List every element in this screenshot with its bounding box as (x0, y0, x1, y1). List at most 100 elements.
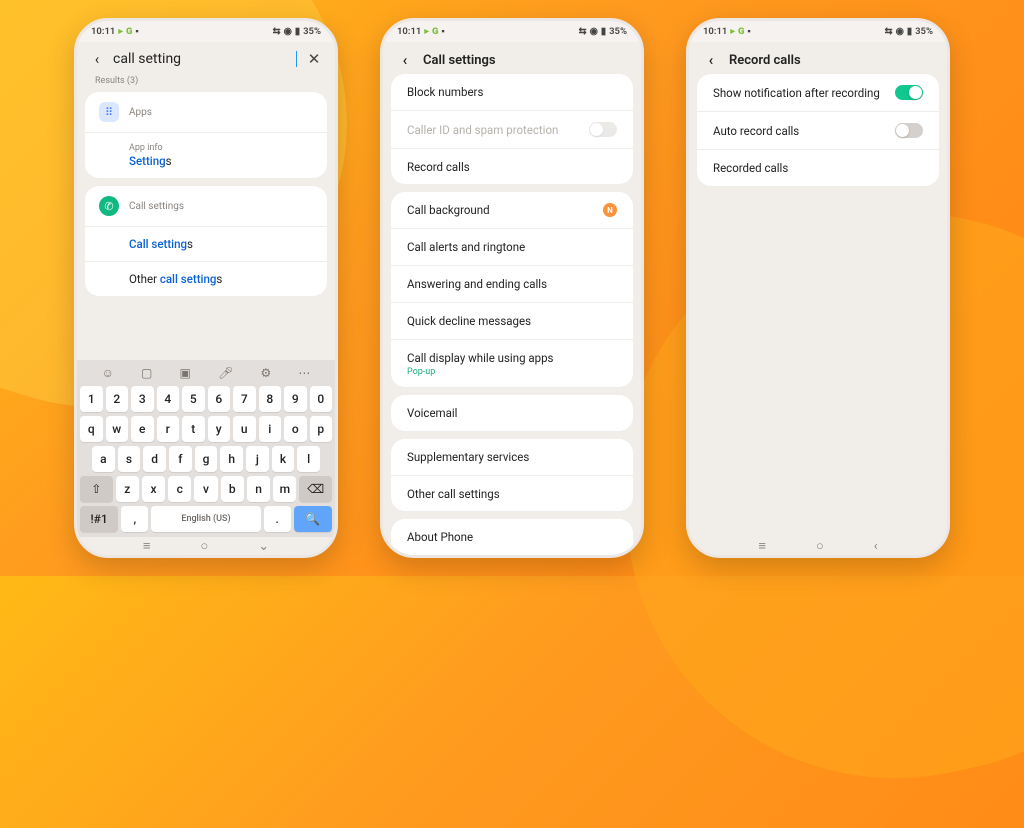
key-w[interactable]: w (106, 416, 129, 442)
toggle-show-notification[interactable] (895, 85, 923, 100)
app-icon: ▪ (441, 26, 444, 37)
key-comma[interactable]: , (121, 506, 148, 532)
battery-label: 35% (915, 26, 933, 37)
gear-icon[interactable]: ⚙ (260, 366, 271, 380)
key-j[interactable]: j (246, 446, 269, 472)
other-call-settings-result[interactable]: Other call settings (85, 261, 327, 296)
group-record: Show notification after recording Auto r… (697, 74, 939, 186)
page-title: Record calls (729, 53, 801, 68)
key-i[interactable]: i (259, 416, 282, 442)
key-v[interactable]: v (194, 476, 217, 502)
key-s[interactable]: s (118, 446, 141, 472)
key-e[interactable]: e (131, 416, 154, 442)
key-c[interactable]: c (168, 476, 191, 502)
key-8[interactable]: 8 (259, 386, 282, 412)
key-l[interactable]: l (297, 446, 320, 472)
app-icon: ▪ (747, 26, 750, 37)
group-other: Supplementary services Other call settin… (391, 439, 633, 512)
search-input[interactable]: call setting (113, 51, 297, 67)
row-quick-decline[interactable]: Quick decline messages (391, 302, 633, 339)
mic-icon[interactable]: 🎤︎ (218, 366, 233, 380)
back-icon[interactable]: ‹ (703, 52, 719, 68)
row-block-numbers[interactable]: Block numbers (391, 74, 633, 110)
gif-icon[interactable]: ▣ (180, 366, 191, 380)
results-apps-card: ⠿ Apps App info Settings (85, 92, 327, 178)
row-call-display[interactable]: Call display while using apps Pop-up (391, 339, 633, 387)
nav-home-icon[interactable]: ○ (816, 538, 824, 554)
back-icon[interactable]: ‹ (397, 52, 413, 68)
signal-icon: ▮ (295, 26, 300, 37)
row-other-settings[interactable]: Other call settings (391, 475, 633, 512)
key-n[interactable]: n (247, 476, 270, 502)
g-icon: G (432, 26, 438, 37)
call-settings-result[interactable]: Call settings (85, 226, 327, 261)
nav-back-icon[interactable]: ⌄ (258, 539, 269, 554)
row-voicemail[interactable]: Voicemail (391, 395, 633, 431)
group-about: About Phone (391, 519, 633, 555)
key-d[interactable]: d (143, 446, 166, 472)
key-2[interactable]: 2 (106, 386, 129, 412)
key-r[interactable]: r (157, 416, 180, 442)
status-time: 10:11 (397, 26, 421, 37)
key-b[interactable]: b (221, 476, 244, 502)
key-u[interactable]: u (233, 416, 256, 442)
key-1[interactable]: 1 (80, 386, 103, 412)
key-period[interactable]: . (264, 506, 291, 532)
key-3[interactable]: 3 (131, 386, 154, 412)
row-about-phone[interactable]: About Phone (391, 519, 633, 555)
clear-icon[interactable]: ✕ (305, 50, 323, 68)
phone-search: 10:11 ▶ G ▪ ⇆ ◉ ▮ 35% ‹ call setting ✕ R… (74, 18, 338, 558)
key-7[interactable]: 7 (233, 386, 256, 412)
key-space[interactable]: English (US) (151, 506, 260, 532)
key-symbols[interactable]: !#1 (80, 506, 118, 532)
key-g[interactable]: g (195, 446, 218, 472)
nav-recent-icon[interactable]: ≡ (143, 538, 151, 554)
key-6[interactable]: 6 (208, 386, 231, 412)
key-o[interactable]: o (284, 416, 307, 442)
vowifi-icon: ⇆ (579, 26, 587, 37)
row-caller-id: Caller ID and spam protection (391, 110, 633, 148)
key-9[interactable]: 9 (284, 386, 307, 412)
key-q[interactable]: q (80, 416, 103, 442)
back-icon[interactable]: ‹ (89, 51, 105, 67)
android-navbar: ≡ ○ ‹ (689, 537, 947, 555)
key-4[interactable]: 4 (157, 386, 180, 412)
key-a[interactable]: a (92, 446, 115, 472)
key-search[interactable]: 🔍 (294, 506, 332, 532)
row-auto-record[interactable]: Auto record calls (697, 111, 939, 149)
row-call-alerts[interactable]: Call alerts and ringtone (391, 228, 633, 265)
key-x[interactable]: x (142, 476, 165, 502)
sticker-icon[interactable]: ▢ (141, 366, 152, 380)
nav-back-icon[interactable]: ‹ (874, 539, 878, 554)
key-k[interactable]: k (272, 446, 295, 472)
vowifi-icon: ⇆ (885, 26, 893, 37)
key-backspace[interactable]: ⌫ (299, 476, 332, 502)
key-0[interactable]: 0 (310, 386, 333, 412)
more-icon[interactable]: ⋯ (298, 366, 310, 380)
key-z[interactable]: z (116, 476, 139, 502)
nav-home-icon[interactable]: ○ (200, 538, 208, 554)
key-5[interactable]: 5 (182, 386, 205, 412)
row-supplementary[interactable]: Supplementary services (391, 439, 633, 475)
key-p[interactable]: p (310, 416, 333, 442)
nav-recent-icon[interactable]: ≡ (758, 538, 766, 554)
play-icon: ▶ (424, 28, 429, 35)
row-record-calls[interactable]: Record calls (391, 148, 633, 184)
row-call-background[interactable]: Call background N (391, 192, 633, 228)
row-answering[interactable]: Answering and ending calls (391, 265, 633, 302)
toggle-auto-record[interactable] (895, 123, 923, 138)
key-f[interactable]: f (169, 446, 192, 472)
app-settings-result[interactable]: App info Settings (85, 132, 327, 178)
status-bar: 10:11 ▶ G ▪ ⇆ ◉ ▮ 35% (383, 21, 641, 42)
key-y[interactable]: y (208, 416, 231, 442)
row-recorded-calls[interactable]: Recorded calls (697, 149, 939, 186)
key-m[interactable]: m (273, 476, 296, 502)
key-shift[interactable]: ⇧ (80, 476, 113, 502)
key-t[interactable]: t (182, 416, 205, 442)
g-icon: G (126, 26, 132, 37)
key-h[interactable]: h (220, 446, 243, 472)
status-bar: 10:11 ▶ G ▪ ⇆ ◉ ▮ 35% (689, 21, 947, 42)
emoji-icon[interactable]: ☺ (102, 366, 114, 380)
keyboard[interactable]: ☺ ▢ ▣ 🎤︎ ⚙ ⋯ 1 2 3 4 5 6 7 8 9 0 q (77, 360, 335, 537)
row-show-notification[interactable]: Show notification after recording (697, 74, 939, 111)
